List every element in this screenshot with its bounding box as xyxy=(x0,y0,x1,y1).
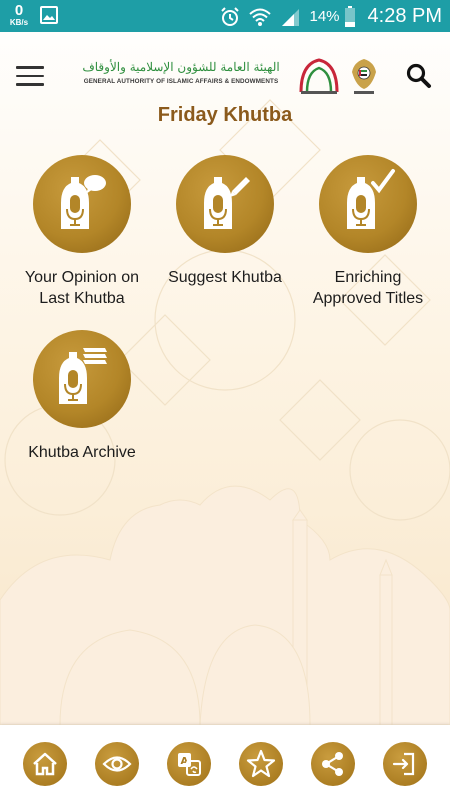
network-speed: 0 KB/s xyxy=(8,3,30,27)
opinion-icon xyxy=(33,155,131,253)
tile-khutba-archive[interactable]: Khutba Archive xyxy=(7,330,157,463)
archive-icon xyxy=(33,330,131,428)
wifi-icon xyxy=(249,8,272,26)
home-icon[interactable] xyxy=(23,742,67,786)
signal-icon xyxy=(282,8,300,26)
search-icon[interactable] xyxy=(406,63,432,89)
tile-suggest-khutba[interactable]: Suggest Khutba xyxy=(150,155,300,288)
eye-icon[interactable] xyxy=(95,742,139,786)
logout-icon[interactable] xyxy=(383,742,427,786)
network-speed-value: 0 xyxy=(14,2,24,19)
logo-arabic-text: الهيئة العامة للشؤون الإسلامية والأوقاف xyxy=(82,60,280,74)
share-icon[interactable] xyxy=(311,742,355,786)
logo-english-text: GENERAL AUTHORITY OF ISLAMIC AFFAIRS & E… xyxy=(83,78,279,85)
translate-icon[interactable]: A xyxy=(167,742,211,786)
tile-your-opinion[interactable]: Your Opinion on Last Khutba xyxy=(7,155,157,309)
suggest-icon xyxy=(176,155,274,253)
gallery-icon xyxy=(40,6,58,24)
clock: 4:28 PM xyxy=(367,5,442,27)
tile-enriching-approved-titles[interactable]: Enriching Approved Titles xyxy=(293,155,443,309)
approved-icon xyxy=(319,155,417,253)
bottom-navigation: A xyxy=(0,725,450,800)
battery-percent: 14% xyxy=(309,8,340,25)
uae-emblem-icon xyxy=(352,59,376,94)
status-bar: 0 KB/s 14% 4:28 PM xyxy=(0,0,450,32)
alarm-icon xyxy=(221,6,240,26)
battery-icon xyxy=(344,5,355,27)
tile-label: Khutba Archive xyxy=(28,444,136,461)
network-speed-unit: KB/s xyxy=(9,18,29,27)
tile-label: Your Opinion on Last Khutba xyxy=(24,269,140,307)
tile-label: Suggest Khutba xyxy=(168,269,282,286)
page-title: Friday Khutba xyxy=(157,104,293,126)
mosque-logo-icon xyxy=(299,58,339,94)
tile-label: Enriching Approved Titles xyxy=(312,269,424,307)
authority-logo: الهيئة العامة للشؤون الإسلامية والأوقاف … xyxy=(74,56,382,96)
star-icon[interactable] xyxy=(239,742,283,786)
hamburger-menu-icon[interactable] xyxy=(16,66,44,86)
